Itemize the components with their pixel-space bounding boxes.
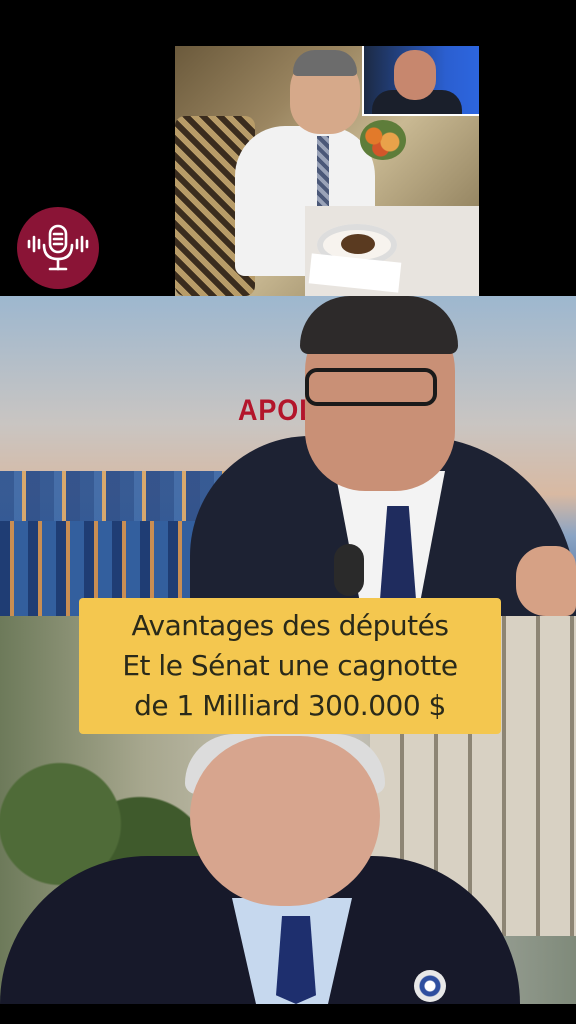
tv-interview-frame: APOLL 10 <box>0 296 576 616</box>
podcast-microphone-icon <box>27 224 89 271</box>
caption-box: Avantages des députés Et le Sénat une ca… <box>79 598 501 734</box>
dish-food <box>341 234 375 254</box>
top-photo-collage <box>175 46 479 296</box>
bottom-man-head <box>190 736 380 906</box>
caption-line-3: de 1 Milliard 300.000 $ <box>134 689 446 722</box>
inset-head <box>394 50 436 100</box>
caption-line-1: Avantages des députés <box>131 609 449 642</box>
caption-line-2: Et le Sénat une cagnotte <box>122 649 458 682</box>
podcast-badge <box>17 207 99 289</box>
flower-bouquet <box>360 120 406 160</box>
microphone <box>334 544 364 596</box>
bottom-man-tie <box>276 916 316 1004</box>
host-hand <box>516 546 576 616</box>
man-hair <box>293 50 357 76</box>
inset-portrait <box>362 46 479 116</box>
host-glasses <box>305 368 437 406</box>
host-hair <box>300 296 458 354</box>
striped-tie <box>317 136 329 206</box>
lapel-rosette <box>414 970 446 1002</box>
